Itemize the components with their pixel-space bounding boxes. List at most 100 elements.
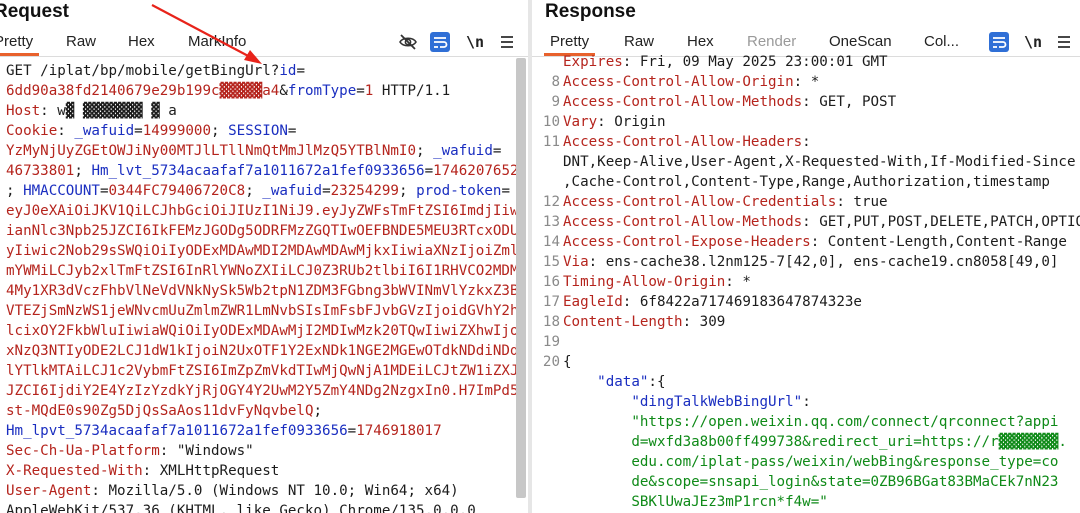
request-token: ; <box>245 183 263 199</box>
request-line: Host: w▓ ▓▓▓▓▓▓▓ ▓ a <box>6 101 528 121</box>
response-token: : GET,PUT,POST,DELETE,PATCH,OPTIONS <box>802 214 1080 230</box>
response-line: 9 Access-Control-Allow-Methods: GET, POST <box>532 92 1080 112</box>
request-token: = <box>134 123 143 139</box>
request-token: id <box>279 63 297 79</box>
request-line: YzMyNjUyZGEtOWJiNy00MTJlLTllNmQtMmJlMzQ5… <box>6 141 528 161</box>
response-token <box>563 454 631 470</box>
response-line: ,Cache-Control,Content-Type,Range,Author… <box>532 172 1080 192</box>
response-token <box>563 474 631 490</box>
request-token: lYTlkMTAiLCJ1c2VybmFtZSI6ImZpZmVkdTIwMjQ… <box>6 363 519 379</box>
request-token: Cookie <box>6 123 58 139</box>
response-line: "https://open.weixin.qq.com/connect/qrco… <box>532 412 1080 432</box>
menu-icon[interactable] <box>1054 32 1074 52</box>
line-number: 8 <box>551 74 560 90</box>
request-tab-pretty[interactable]: Pretty <box>0 33 40 56</box>
response-line: 14 Access-Control-Expose-Headers: Content… <box>532 232 1080 252</box>
response-line: 17 EagleId: 6f8422a717469183647874323e <box>532 292 1080 312</box>
response-token: Access-Control-Allow-Origin <box>563 74 794 90</box>
request-token: xNzQ3NTIyODE2LCJ1dW1kIjoiN2UxOTF1Y2ExNDk… <box>6 343 519 359</box>
response-tab-raw[interactable]: Raw <box>624 33 654 50</box>
response-line: 18 Content-Length: 309 <box>532 312 1080 332</box>
request-tab-hex[interactable]: Hex <box>128 33 155 50</box>
request-line: 46733801; Hm_lvt_5734acaafaf7a1011672a1f… <box>6 161 528 181</box>
request-token: = <box>322 183 331 199</box>
wrap-lines-icon[interactable] <box>430 32 450 52</box>
wrap-lines-icon[interactable] <box>989 32 1009 52</box>
response-line: 10 Vary: Origin <box>532 112 1080 132</box>
request-token: = <box>492 143 502 159</box>
request-token: = <box>287 123 297 139</box>
request-token: 1746918017 <box>356 423 442 439</box>
response-tab-hex[interactable]: Hex <box>687 33 714 50</box>
response-token: : <box>802 394 811 410</box>
request-tab-raw[interactable]: Raw <box>66 33 96 50</box>
request-token: Host <box>6 103 41 119</box>
eye-slash-icon[interactable] <box>398 32 418 52</box>
response-token: : * <box>793 74 820 90</box>
response-line: "dingTalkWebBingUrl": <box>532 392 1080 412</box>
request-token: lcixOY2FkbWluIiwiaWQiOiIyODExMDAwMjI2MDI… <box>6 323 519 339</box>
response-token: Access-Control-Allow-Credentials <box>563 194 837 210</box>
request-token: _wafuid <box>433 143 493 159</box>
request-token: : <box>40 103 58 119</box>
request-token: eyJ0eXAiOiJKV1QiLCJhbGciOiJIUzI1NiJ9.eyJ… <box>6 203 519 219</box>
newline-toggle-icon[interactable]: \n <box>466 33 484 51</box>
response-line: Expires: Fri, 09 May 2025 23:00:01 GMT <box>532 52 1080 72</box>
response-token: : ens-cache38.l2nm125-7[42,0], ens-cache… <box>588 254 1059 270</box>
request-token: 0344FC79406720C8 <box>108 183 246 199</box>
request-token: : <box>57 123 75 139</box>
request-tab-markinfo[interactable]: MarkInfo <box>188 33 246 50</box>
response-line: SBKlUwaJEz3mP1rcn*f4w=" <box>532 492 1080 512</box>
request-tab-bar: Pretty Raw Hex MarkInfo \n <box>0 30 528 57</box>
response-token: Via <box>563 254 589 270</box>
request-token: ▓▓▓▓▓ <box>219 83 263 99</box>
request-line: Cookie: _wafuid=14999000; SESSION= <box>6 121 528 141</box>
response-line: 12 Access-Control-Allow-Credentials: true <box>532 192 1080 212</box>
line-number: 18 <box>542 314 560 330</box>
request-token: = <box>99 183 109 199</box>
response-token: edu.com/iplat-pass/weixin/webBing&respon… <box>631 454 1059 470</box>
request-token: 46733801 <box>6 163 75 179</box>
response-token <box>563 494 631 510</box>
menu-icon[interactable] <box>497 32 517 52</box>
response-token: de&scope=snsapi_login&state=0ZB96BGat83B… <box>631 474 1059 490</box>
request-token: VTEZjSmNzWS1jeWNvcmUuZmlmZWR1LmNvbSIsImF… <box>6 303 519 319</box>
line-number: 12 <box>542 194 560 210</box>
response-token: Access-Control-Allow-Headers <box>563 134 803 150</box>
response-line: 13 Access-Control-Allow-Methods: GET,PUT,… <box>532 212 1080 232</box>
request-token: ; <box>74 163 92 179</box>
line-number: 13 <box>542 214 560 230</box>
response-tab-onescan[interactable]: OneScan <box>829 33 892 50</box>
response-token: { <box>563 354 572 370</box>
request-token: 6dd90a38fd2140679e29b199c <box>6 83 220 99</box>
response-token: : true <box>836 194 888 210</box>
request-token: : XMLHttpRequest <box>142 463 280 479</box>
response-editor[interactable]: Expires: Fri, 09 May 2025 23:00:01 GMT 8 A… <box>532 52 1080 513</box>
response-line: "data":{ <box>532 372 1080 392</box>
request-line: ianNlc3Npb25JZCI6IkFEMzJGODg5ODRFMzZGQTI… <box>6 221 528 241</box>
request-token: st-MQdE0s90Zg5DjQsSaAos11dvFyNqvbelQ <box>6 403 314 419</box>
request-scrollbar[interactable] <box>516 58 526 498</box>
request-token: a4 <box>262 83 280 99</box>
request-line: 4My1XR3dVczFhbVlNeVdVNkNySk5Wb2tpN1ZDM3F… <box>6 281 528 301</box>
request-token: GET /iplat/bp/mobile/getBingUrl? <box>6 63 280 79</box>
response-token: : <box>802 134 811 150</box>
request-pane: Request Pretty Raw Hex MarkInfo \n GET /… <box>0 0 528 513</box>
response-tab-col[interactable]: Col... <box>924 33 959 50</box>
newline-toggle-icon[interactable]: \n <box>1024 33 1042 51</box>
request-line: JZCI6IjdiY2E4YzIzYzdkYjRjOGY4Y2UwM2Y5ZmY… <box>6 381 528 401</box>
line-number: 20 <box>542 354 560 370</box>
response-line: 16 Timing-Allow-Origin: * <box>532 272 1080 292</box>
response-tab-pretty[interactable]: Pretty <box>543 33 596 56</box>
request-token: User-Agent <box>6 483 92 499</box>
request-line: Hm_lpvt_5734acaafaf7a1011672a1fef0933656… <box>6 421 528 441</box>
request-token: = <box>296 63 305 79</box>
request-line: st-MQdE0s90Zg5DjQsSaAos11dvFyNqvbelQ; <box>6 401 528 421</box>
request-editor[interactable]: GET /iplat/bp/mobile/getBingUrl?id= 6dd90… <box>6 61 528 513</box>
response-token <box>563 414 631 430</box>
request-token: : Mozilla/5.0 (Windows NT 10.0; Win64; x… <box>91 483 459 499</box>
response-token: "https://open.weixin.qq.com/connect/qrco… <box>631 414 1059 430</box>
response-tab-render[interactable]: Render <box>747 33 796 50</box>
request-token: ianNlc3Npb25JZCI6IkFEMzJGODg5ODRFMzZGQTI… <box>6 223 519 239</box>
response-token: : Fri, 09 May 2025 23:00:01 GMT <box>622 54 888 70</box>
